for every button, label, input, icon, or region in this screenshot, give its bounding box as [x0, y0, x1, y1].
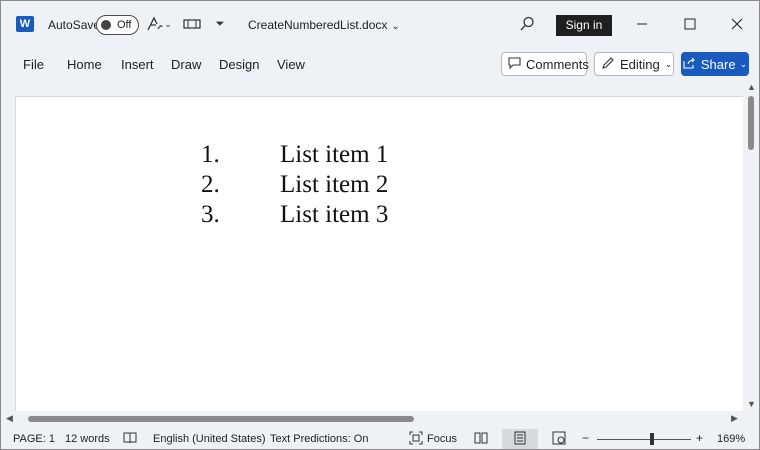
- scroll-down-icon[interactable]: ▼: [747, 399, 756, 409]
- text-predictions-status[interactable]: Text Predictions: On: [270, 433, 368, 445]
- web-layout-icon[interactable]: [552, 431, 566, 448]
- chevron-down-icon: ⌄: [391, 21, 400, 32]
- comments-button[interactable]: Comments: [501, 52, 589, 76]
- read-mode-icon[interactable]: [474, 431, 488, 448]
- share-label: Share: [700, 56, 736, 72]
- autosave-label: AutoSave: [48, 18, 101, 32]
- zoom-slider[interactable]: [597, 439, 691, 440]
- word-count[interactable]: 12 words: [65, 433, 110, 445]
- minimize-icon[interactable]: [631, 13, 653, 35]
- scroll-left-icon[interactable]: ◀: [6, 413, 13, 424]
- zoom-slider-thumb[interactable]: [650, 433, 654, 445]
- maximize-icon[interactable]: [679, 13, 701, 35]
- document-title[interactable]: CreateNumberedList.docx ⌄: [248, 18, 400, 32]
- pencil-icon: [601, 56, 615, 73]
- print-layout-icon: [514, 431, 526, 448]
- tab-view[interactable]: View: [277, 57, 305, 72]
- focus-icon: [409, 431, 423, 448]
- page-indicator[interactable]: PAGE: 1: [13, 433, 55, 445]
- title-bar: W AutoSave Off ⌄ ⏷ CreateNumberedList.do…: [1, 1, 759, 47]
- ribbon: File Home Insert Draw Design View Commen…: [1, 47, 759, 81]
- sign-in-button[interactable]: Sign in: [556, 15, 612, 36]
- tab-home[interactable]: Home: [67, 57, 102, 72]
- list-text: List item 3: [280, 201, 389, 228]
- autosave-toggle[interactable]: Off: [96, 15, 139, 35]
- editing-mode-button[interactable]: Editing ⌄: [594, 52, 674, 76]
- list-item[interactable]: 1. List item 1: [201, 140, 388, 170]
- status-bar: PAGE: 1 12 words English (United States)…: [1, 427, 759, 449]
- scroll-right-icon[interactable]: ▶: [731, 413, 738, 424]
- list-number: 1.: [201, 141, 220, 168]
- comments-label: Comments: [526, 56, 589, 72]
- zoom-level[interactable]: 169%: [717, 433, 745, 445]
- proofing-book-icon[interactable]: [123, 431, 137, 448]
- document-page[interactable]: 1. List item 1 2. List item 2 3. List it…: [15, 96, 743, 416]
- tab-insert[interactable]: Insert: [121, 57, 154, 72]
- document-area: 1. List item 1 2. List item 2 3. List it…: [1, 81, 759, 416]
- list-item[interactable]: 2. List item 2: [201, 170, 388, 200]
- list-text: List item 2: [280, 171, 389, 198]
- scroll-up-icon[interactable]: ▲: [747, 82, 756, 92]
- vertical-scroll-thumb[interactable]: [748, 96, 754, 150]
- chevron-down-icon[interactable]: ⌄: [161, 14, 175, 34]
- numbered-list: 1. List item 1 2. List item 2 3. List it…: [201, 140, 388, 230]
- editing-label: Editing: [620, 56, 660, 72]
- vertical-scrollbar[interactable]: ▲ ▼: [743, 81, 759, 411]
- zoom-out-button[interactable]: −: [582, 431, 589, 445]
- chevron-down-icon: ⌄: [739, 58, 748, 69]
- horizontal-scroll-thumb[interactable]: [28, 416, 414, 422]
- comment-icon: [508, 56, 521, 72]
- word-logo-icon: W: [16, 16, 34, 32]
- tab-design[interactable]: Design: [219, 57, 259, 72]
- document-title-text: CreateNumberedList.docx: [248, 18, 388, 32]
- close-icon[interactable]: [726, 13, 748, 35]
- word-window: W AutoSave Off ⌄ ⏷ CreateNumberedList.do…: [0, 0, 760, 450]
- language-indicator[interactable]: English (United States): [153, 433, 266, 445]
- tab-file[interactable]: File: [23, 57, 44, 72]
- list-item[interactable]: 3. List item 3: [201, 200, 388, 230]
- search-icon[interactable]: [516, 14, 538, 34]
- share-button[interactable]: Share ⌄: [681, 52, 749, 76]
- horizontal-scrollbar[interactable]: ◀ ▶: [1, 411, 759, 427]
- autosave-state: Off: [117, 19, 132, 31]
- list-number: 2.: [201, 171, 220, 198]
- zoom-in-button[interactable]: +: [696, 431, 703, 445]
- tab-draw[interactable]: Draw: [171, 57, 201, 72]
- toggle-knob: [101, 20, 111, 30]
- customize-toolbar-icon[interactable]: ⏷: [209, 14, 231, 34]
- chevron-down-icon: ⌄: [664, 58, 673, 69]
- list-text: List item 1: [280, 141, 389, 168]
- list-number: 3.: [201, 201, 220, 228]
- focus-button[interactable]: Focus: [427, 433, 457, 445]
- share-icon: [683, 57, 696, 72]
- layout-icon[interactable]: [181, 14, 203, 34]
